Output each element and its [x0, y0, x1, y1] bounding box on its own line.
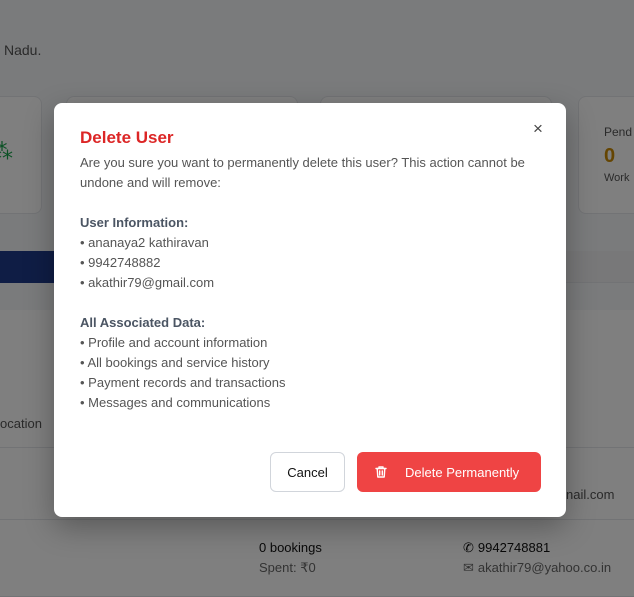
list-item: Messages and communications [80, 393, 546, 413]
dialog-body: Are you sure you want to permanently del… [80, 153, 546, 433]
user-phone: 9942748882 [80, 253, 546, 273]
list-item: All bookings and service history [80, 353, 546, 373]
user-email: akathir79@gmail.com [80, 273, 546, 293]
user-name: ananaya2 kathiravan [80, 233, 546, 253]
close-icon[interactable]: × [528, 119, 548, 139]
dialog-description: Are you sure you want to permanently del… [80, 155, 525, 190]
delete-button-label: Delete Permanently [405, 464, 520, 480]
cancel-button[interactable]: Cancel [270, 452, 345, 492]
trash-icon [374, 465, 388, 479]
delete-user-dialog: Delete User × Are you sure you want to p… [54, 103, 566, 517]
delete-permanently-button[interactable]: Delete Permanently [357, 452, 541, 492]
associated-data-section: All Associated Data: Profile and account… [80, 313, 546, 413]
associated-data-heading: All Associated Data: [80, 315, 206, 330]
user-info-heading: User Information: [80, 215, 189, 230]
dialog-title: Delete User [80, 128, 174, 147]
list-item: Payment records and transactions [80, 373, 546, 393]
list-item: Profile and account information [80, 333, 546, 353]
user-info-section: User Information: ananaya2 kathiravan 99… [80, 213, 546, 293]
